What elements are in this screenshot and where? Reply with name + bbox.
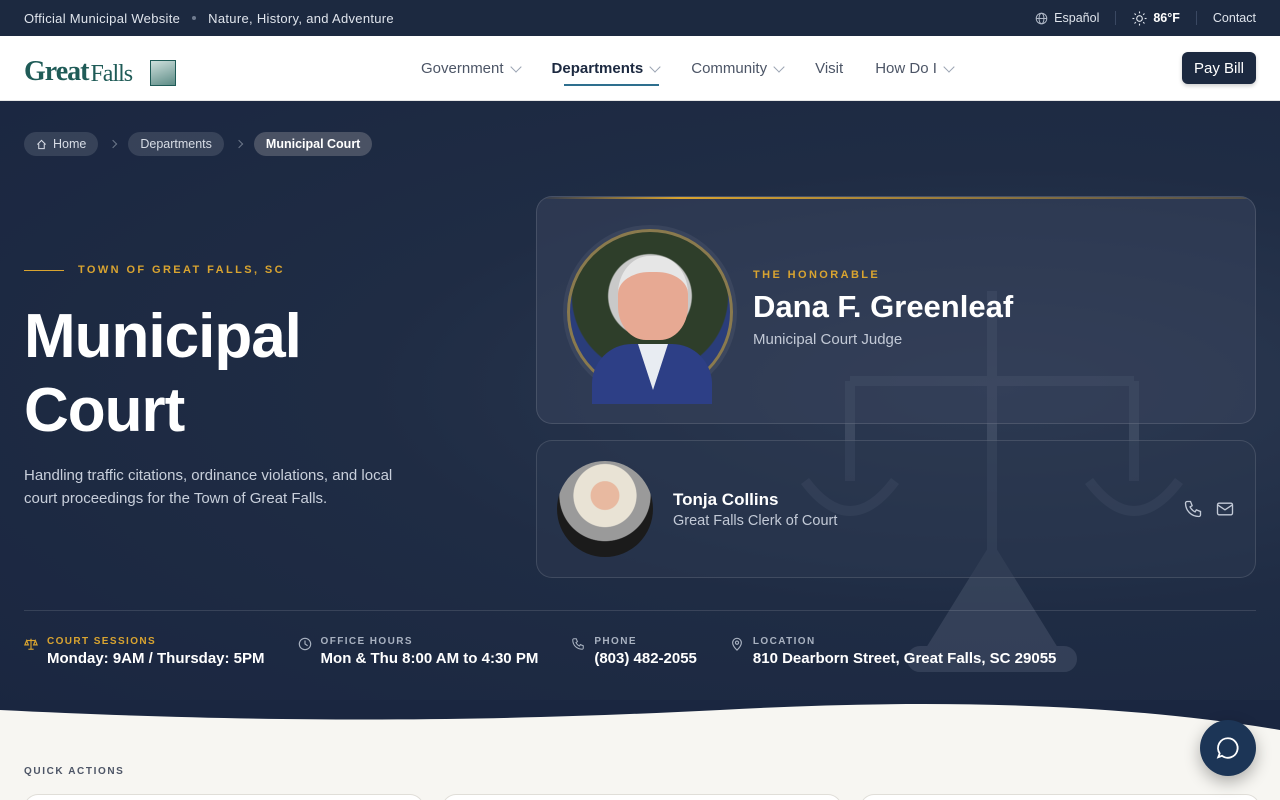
quick-action-card[interactable] bbox=[24, 794, 424, 800]
logo-wordmark-2: Falls bbox=[90, 61, 133, 87]
quick-action-card[interactable] bbox=[860, 794, 1260, 800]
breadcrumb: Home Departments Municipal Court bbox=[24, 132, 373, 156]
breadcrumb-label: Municipal Court bbox=[265, 137, 361, 151]
sun-icon bbox=[1132, 10, 1147, 26]
menu-label: Government bbox=[421, 60, 504, 77]
menu-item-departments[interactable]: Departments bbox=[551, 36, 661, 101]
clerk-card: Tonja Collins Great Falls Clerk of Court bbox=[536, 440, 1256, 578]
clerk-photo bbox=[557, 461, 653, 557]
tagline: Nature, History, and Adventure bbox=[208, 10, 394, 26]
chevron-down-icon bbox=[943, 60, 955, 73]
judge-name: Dana F. Greenleaf bbox=[753, 289, 1014, 324]
official-site-label: Official Municipal Website bbox=[24, 10, 181, 26]
globe-icon bbox=[1035, 12, 1048, 24]
weather-widget: 86°F bbox=[1116, 10, 1196, 26]
chevron-down-icon bbox=[773, 60, 785, 73]
site-logo[interactable]: Great Falls bbox=[24, 50, 176, 86]
chat-bubble-icon bbox=[1216, 737, 1239, 759]
clock-icon bbox=[298, 637, 311, 651]
breadcrumb-label: Departments bbox=[140, 137, 212, 151]
phone-icon bbox=[572, 638, 585, 650]
fact-value: Monday: 9AM / Thursday: 5PM bbox=[47, 650, 265, 667]
language-label: Español bbox=[1054, 11, 1100, 25]
email-icon[interactable] bbox=[1215, 499, 1235, 519]
menu-label: Community bbox=[691, 60, 768, 77]
fact-label: COURT SESSIONS bbox=[47, 636, 157, 647]
menu-label: Departments bbox=[551, 60, 644, 77]
fact-phone[interactable]: PHONE (803) 482-2055 bbox=[571, 636, 697, 667]
chevron-right-icon bbox=[234, 139, 244, 149]
court-info-row: COURT SESSIONS Monday: 9AM / Thursday: 5… bbox=[24, 636, 1089, 667]
fact-office-hours: OFFICE HOURS Mon & Thu 8:00 AM to 4:30 P… bbox=[298, 636, 539, 667]
chevron-down-icon bbox=[649, 60, 661, 73]
fact-value: (803) 482-2055 bbox=[594, 650, 697, 667]
hero-wave-divider bbox=[0, 700, 1280, 800]
utility-bar: Official Municipal Website Nature, Histo… bbox=[0, 0, 1280, 36]
eyebrow-text: TOWN OF GREAT FALLS, SC bbox=[78, 264, 285, 276]
language-toggle[interactable]: Español bbox=[1019, 11, 1115, 25]
separator-dot bbox=[192, 16, 197, 20]
clerk-name: Tonja Collins bbox=[673, 490, 779, 509]
menu-label: How Do I bbox=[875, 60, 937, 77]
map-pin-icon bbox=[731, 637, 742, 651]
page-description: Handling traffic citations, ordinance vi… bbox=[24, 467, 393, 507]
temperature: 86°F bbox=[1153, 11, 1180, 25]
fact-court-sessions: COURT SESSIONS Monday: 9AM / Thursday: 5… bbox=[24, 636, 265, 667]
fact-label: LOCATION bbox=[752, 636, 816, 647]
quick-actions-heading: QUICK ACTIONS bbox=[24, 766, 125, 777]
menu-label: Visit bbox=[815, 60, 844, 77]
scale-icon bbox=[24, 638, 38, 650]
contact-link[interactable]: Contact bbox=[1197, 11, 1256, 25]
hero-divider bbox=[24, 610, 1256, 611]
breadcrumb-label: Home bbox=[53, 137, 87, 151]
breadcrumb-home[interactable]: Home bbox=[24, 132, 99, 156]
chat-button[interactable] bbox=[1200, 720, 1256, 776]
judge-honorific: THE HONORABLE bbox=[753, 269, 881, 281]
menu-item-government[interactable]: Government bbox=[421, 36, 522, 101]
home-icon bbox=[37, 139, 46, 149]
contact-label: Contact bbox=[1212, 11, 1256, 25]
photo-face bbox=[618, 256, 688, 340]
chevron-right-icon bbox=[109, 139, 118, 149]
primary-menu: Government Departments Community Visit H… bbox=[421, 36, 985, 101]
fact-value: Mon & Thu 8:00 AM to 4:30 PM bbox=[320, 650, 539, 667]
judge-info: THE HONORABLE Dana F. Greenleaf Municipa… bbox=[753, 269, 1013, 348]
fact-label: PHONE bbox=[594, 636, 637, 647]
main-navigation: Great Falls Government Departments Commun… bbox=[0, 36, 1280, 101]
quick-actions-list bbox=[24, 794, 1260, 800]
breadcrumb-current: Municipal Court bbox=[253, 132, 373, 156]
clerk-contact-actions bbox=[1183, 499, 1235, 519]
phone-icon[interactable] bbox=[1183, 499, 1203, 519]
chevron-down-icon bbox=[509, 60, 522, 73]
judge-photo bbox=[567, 229, 733, 404]
menu-item-visit[interactable]: Visit bbox=[815, 36, 843, 101]
quick-action-card[interactable] bbox=[442, 794, 842, 800]
fact-value: 810 Dearborn Street, Great Falls, SC 290… bbox=[752, 650, 1057, 667]
logo-wordmark: Great bbox=[24, 56, 89, 87]
judge-card: THE HONORABLE Dana F. Greenleaf Municipa… bbox=[536, 196, 1256, 424]
fact-label: OFFICE HOURS bbox=[320, 636, 413, 647]
judge-role: Municipal Court Judge bbox=[753, 331, 903, 348]
menu-item-community[interactable]: Community bbox=[691, 36, 785, 101]
breadcrumb-departments[interactable]: Departments bbox=[128, 132, 224, 156]
logo-emblem bbox=[150, 60, 176, 86]
eyebrow-line bbox=[24, 269, 64, 271]
fact-location[interactable]: LOCATION 810 Dearborn Street, Great Fall… bbox=[730, 636, 1056, 667]
menu-item-how-do-i[interactable]: How Do I bbox=[875, 36, 955, 101]
pay-bill-button[interactable]: Pay Bill bbox=[1181, 52, 1256, 84]
page-title: Municipal Court bbox=[24, 302, 302, 445]
clerk-role: Great Falls Clerk of Court bbox=[673, 513, 838, 529]
hero-eyebrow: TOWN OF GREAT FALLS, SC bbox=[24, 264, 285, 276]
